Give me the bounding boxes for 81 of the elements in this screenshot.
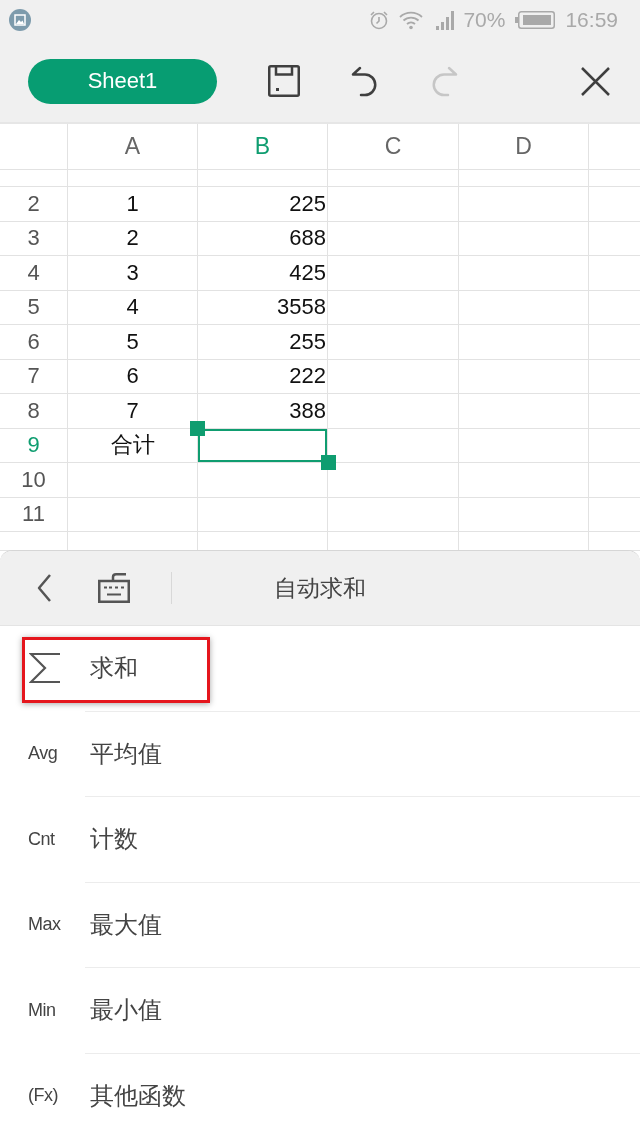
image-icon <box>9 9 31 31</box>
row-header[interactable]: 3 <box>0 221 68 256</box>
wifi-icon <box>398 10 425 30</box>
row-header[interactable]: 5 <box>0 290 68 325</box>
function-abbreviation: Cnt <box>28 828 55 850</box>
keyboard-icon <box>98 573 130 603</box>
row-header[interactable]: 8 <box>0 394 68 429</box>
empty-cell[interactable] <box>328 325 459 360</box>
empty-cell[interactable] <box>459 170 589 187</box>
empty-cell[interactable] <box>328 290 459 325</box>
empty-cell[interactable] <box>459 497 589 532</box>
menu-item[interactable]: Cnt 计数 <box>0 797 640 882</box>
menu-item[interactable]: Min 最小值 <box>0 968 640 1053</box>
clock-time: 16:59 <box>565 8 618 32</box>
empty-cell[interactable] <box>328 256 459 291</box>
empty-cell[interactable] <box>68 497 198 532</box>
empty-cell[interactable] <box>459 394 589 429</box>
empty-cell[interactable] <box>328 187 459 222</box>
row-header[interactable]: 2 <box>0 187 68 222</box>
panel-title: 自动求和 <box>274 573 366 603</box>
empty-cell[interactable] <box>328 497 459 532</box>
table-cell[interactable]: 1 <box>68 187 198 222</box>
table-cell[interactable]: 222 <box>198 359 328 394</box>
chevron-left-icon <box>36 573 52 603</box>
row-header[interactable]: 6 <box>0 325 68 360</box>
empty-cell[interactable] <box>459 325 589 360</box>
table-cell[interactable]: 3558 <box>198 290 328 325</box>
row-header[interactable]: 4 <box>0 256 68 291</box>
table-cell[interactable]: 3 <box>68 256 198 291</box>
table-cell[interactable]: 225 <box>198 187 328 222</box>
empty-cell[interactable] <box>328 221 459 256</box>
signal-icon <box>436 10 455 30</box>
empty-cell[interactable] <box>198 497 328 532</box>
function-abbreviation: (Fx) <box>28 1085 58 1107</box>
sigma-icon <box>29 652 62 685</box>
empty-cell[interactable] <box>328 394 459 429</box>
empty-cell[interactable] <box>459 359 589 394</box>
empty-cell[interactable] <box>198 170 328 187</box>
row-header[interactable]: 11 <box>0 497 68 532</box>
empty-cell[interactable] <box>459 428 589 463</box>
selection-handle[interactable] <box>190 420 205 436</box>
table-cell[interactable]: 688 <box>198 221 328 256</box>
empty-cell[interactable] <box>68 170 198 187</box>
empty-cell[interactable] <box>459 463 589 498</box>
close-icon <box>579 65 611 97</box>
empty-cell[interactable] <box>328 170 459 187</box>
table-cell[interactable]: 6 <box>68 359 198 394</box>
empty-cell[interactable] <box>328 463 459 498</box>
selection-handle[interactable] <box>321 455 336 470</box>
empty-cell[interactable] <box>0 170 68 187</box>
battery-percentage: 70% <box>463 8 506 32</box>
battery-icon <box>515 10 556 30</box>
alarm-clock-icon <box>369 10 390 30</box>
empty-cell[interactable] <box>459 290 589 325</box>
redo-icon <box>430 65 458 97</box>
table-cell[interactable]: 255 <box>198 325 328 360</box>
row-header[interactable]: 7 <box>0 359 68 394</box>
empty-cell[interactable] <box>68 463 198 498</box>
function-abbreviation: Min <box>28 999 56 1021</box>
menu-item[interactable]: 求和 <box>0 626 640 711</box>
column-header[interactable]: A <box>68 124 198 170</box>
column-header[interactable]: D <box>459 124 589 170</box>
empty-cell[interactable] <box>459 187 589 222</box>
undo-icon <box>350 65 378 97</box>
selected-cell[interactable] <box>198 428 328 463</box>
menu-item[interactable]: Max 最大值 <box>0 882 640 967</box>
row-header[interactable]: 10 <box>0 463 68 498</box>
empty-cell[interactable] <box>459 256 589 291</box>
menu-item[interactable]: (Fx) 其他函数 <box>0 1053 640 1138</box>
table-cell[interactable]: 425 <box>198 256 328 291</box>
table-cell[interactable]: 5 <box>68 325 198 360</box>
column-header[interactable]: C <box>328 124 459 170</box>
table-cell[interactable]: 2 <box>68 221 198 256</box>
function-abbreviation: Avg <box>28 743 58 765</box>
function-abbreviation: Max <box>28 914 61 936</box>
corner-cell[interactable] <box>0 124 68 170</box>
menu-item[interactable]: Avg 平均值 <box>0 711 640 796</box>
empty-cell[interactable] <box>328 359 459 394</box>
empty-cell[interactable] <box>459 221 589 256</box>
table-cell[interactable]: 4 <box>68 290 198 325</box>
save-icon <box>268 65 300 97</box>
